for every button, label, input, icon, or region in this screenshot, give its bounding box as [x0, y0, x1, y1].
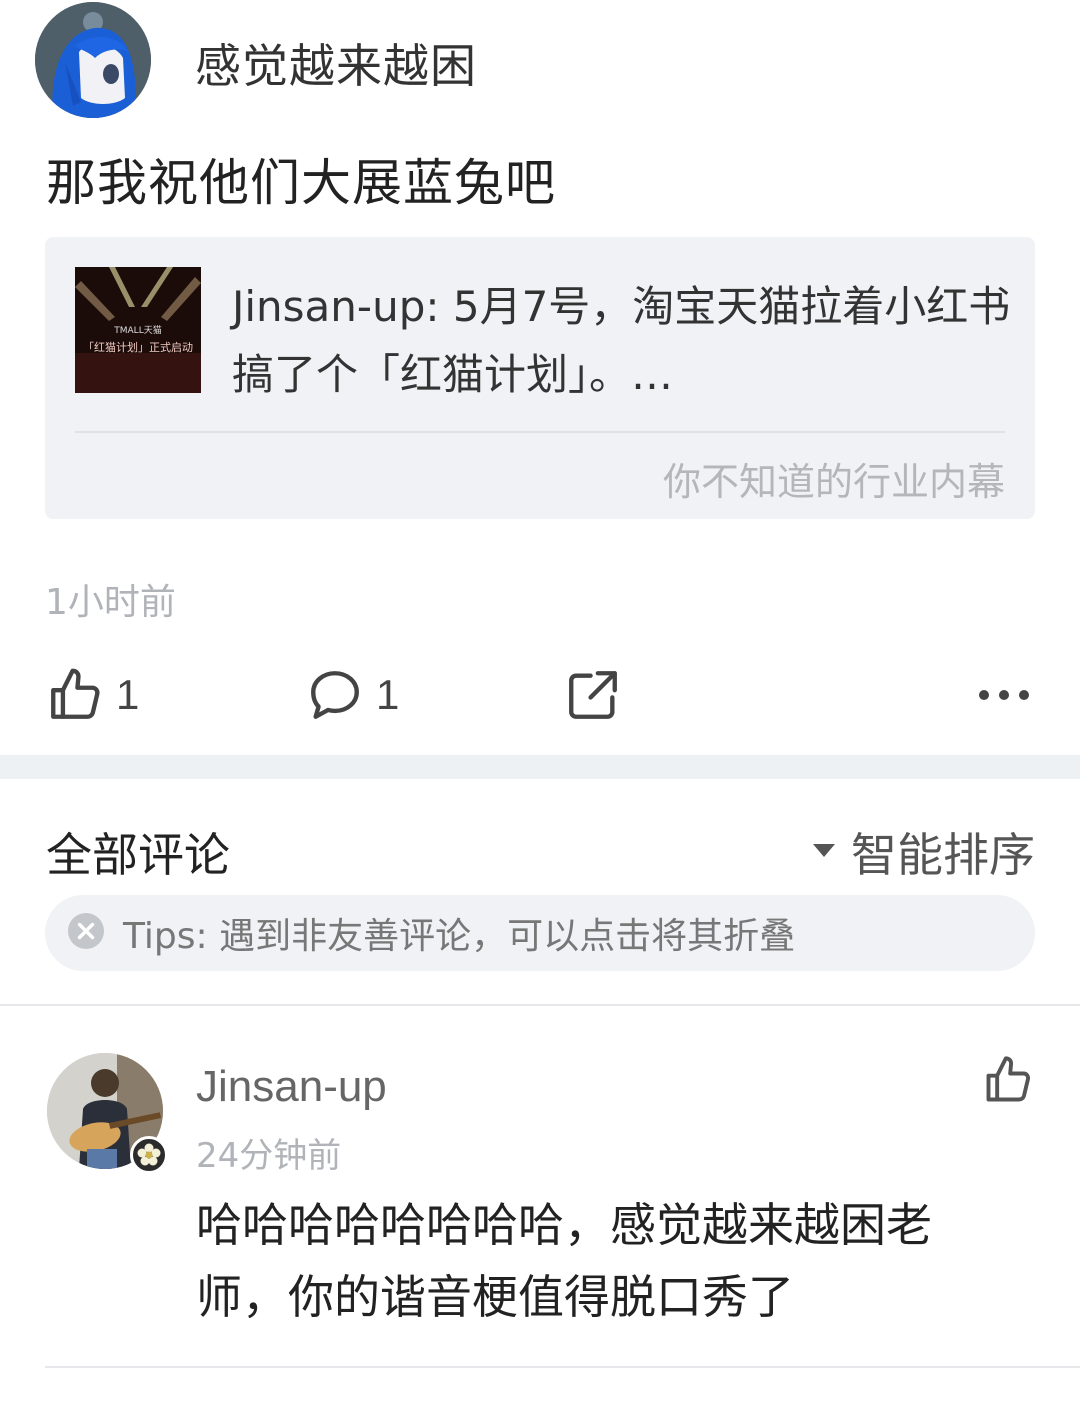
share-button[interactable] — [564, 660, 622, 730]
commenter-name[interactable]: Jinsan-up — [196, 1062, 387, 1112]
more-options-button[interactable] — [976, 660, 1032, 730]
author-avatar[interactable] — [35, 2, 151, 118]
flower-badge-icon — [130, 1136, 168, 1174]
comment-count: 1 — [376, 671, 400, 718]
comment-text: 哈哈哈哈哈哈哈哈，感觉越来越困老师，你的谐音梗值得脱口秀了 — [196, 1198, 932, 1324]
like-button[interactable]: 1 — [46, 660, 139, 730]
post-time: 1小时前 — [45, 582, 176, 623]
sort-label: 智能排序 — [851, 828, 1035, 882]
post-text: 那我祝他们大展蓝兔吧 — [46, 154, 556, 212]
comments-title: 全部评论 — [46, 828, 230, 882]
quoted-post-source[interactable]: 你不知道的行业内幕 — [663, 451, 1005, 506]
author-name[interactable]: 感觉越来越困 — [195, 30, 477, 96]
quoted-post-thumbnail: TMALL天猫 「红猫计划」正式启动 — [75, 267, 201, 393]
post-action-bar: 1 1 — [0, 660, 1080, 730]
tips-banner: Tips: 遇到非友善评论，可以点击将其折叠 — [45, 895, 1035, 971]
comment-item: Jinsan-up 24分钟前 哈哈哈哈哈哈哈哈，感觉越来越困老师，你的谐音梗值… — [0, 1006, 1080, 1415]
quoted-post-text: Jinsan-up: 5月7号，淘宝天猫拉着小红书搞了个「红猫计划」。… — [232, 282, 1011, 399]
thumbs-up-icon — [982, 1056, 1034, 1110]
quoted-post-card[interactable]: TMALL天猫 「红猫计划」正式启动 Jinsan-up: 5月7号，淘宝天猫拉… — [45, 237, 1035, 519]
section-separator — [0, 755, 1080, 779]
thumb-brand-text: TMALL天猫 — [113, 324, 161, 336]
thumbs-up-icon — [46, 666, 104, 724]
comments-header: 全部评论 智能排序 Tips: 遇到非友善评论，可以点击将其折叠 — [0, 779, 1080, 1004]
comment-bubble-icon — [306, 666, 364, 724]
quote-divider — [75, 431, 1005, 433]
comment-like-button[interactable] — [982, 1054, 1034, 1110]
more-dots-icon — [976, 685, 1032, 705]
thumb-caption-text: 「红猫计划」正式启动 — [83, 341, 193, 354]
share-icon — [564, 666, 622, 724]
post: 感觉越来越困 那我祝他们大展蓝兔吧 TMALL天猫 「红猫计划」正式启动 Jin… — [0, 0, 1080, 755]
like-count: 1 — [116, 671, 140, 718]
comment-divider — [45, 1366, 1080, 1368]
close-circle-icon[interactable] — [67, 912, 105, 954]
tips-text: Tips: 遇到非友善评论，可以点击将其折叠 — [123, 916, 796, 957]
comment-button[interactable]: 1 — [306, 660, 399, 730]
sort-caret-icon — [811, 840, 837, 864]
sort-dropdown[interactable]: 智能排序 — [811, 819, 1035, 885]
comment-time: 24分钟前 — [196, 1136, 342, 1176]
